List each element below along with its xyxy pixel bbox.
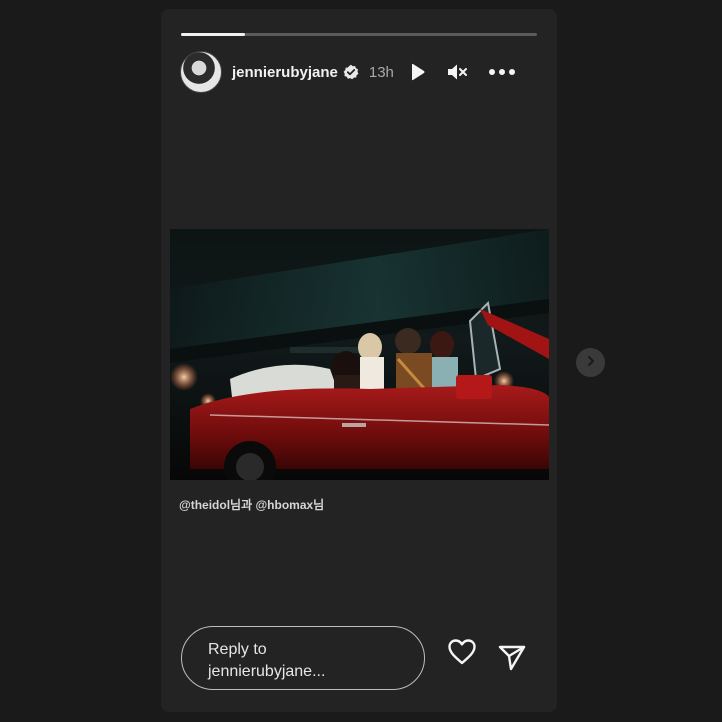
send-icon[interactable] <box>497 642 527 672</box>
caption-suffix: 님 <box>313 498 325 512</box>
story-progress-bar <box>181 33 537 36</box>
reply-input[interactable]: Reply to jennierubyjane... <box>181 626 425 690</box>
mention-theidol[interactable]: @theidol <box>179 498 230 512</box>
story-progress-fill <box>181 33 246 36</box>
username[interactable]: jennierubyjane <box>232 64 338 81</box>
avatar[interactable] <box>180 51 222 93</box>
story-photo <box>170 229 549 480</box>
caption-text: 님과 <box>230 498 256 512</box>
story-header: jennierubyjane 13h <box>180 51 538 93</box>
chevron-right-icon <box>585 354 597 372</box>
reply-placeholder-line1: Reply to <box>208 641 267 658</box>
post-time: 13h <box>368 63 394 81</box>
heart-icon[interactable] <box>446 636 478 668</box>
mention-hbomax[interactable]: @hbomax <box>255 498 313 512</box>
muted-speaker-icon[interactable] <box>446 61 468 83</box>
verified-badge-icon <box>343 64 359 80</box>
story-caption: @theidol님과 @hbomax님 <box>179 496 324 513</box>
more-options-icon[interactable] <box>488 61 516 83</box>
next-story-button[interactable] <box>576 348 605 377</box>
reply-placeholder-line2: jennierubyjane... <box>208 663 326 680</box>
story-viewer: jennierubyjane 13h @theidol님과 @hbomax님 R… <box>161 9 557 712</box>
play-icon[interactable] <box>406 61 428 83</box>
